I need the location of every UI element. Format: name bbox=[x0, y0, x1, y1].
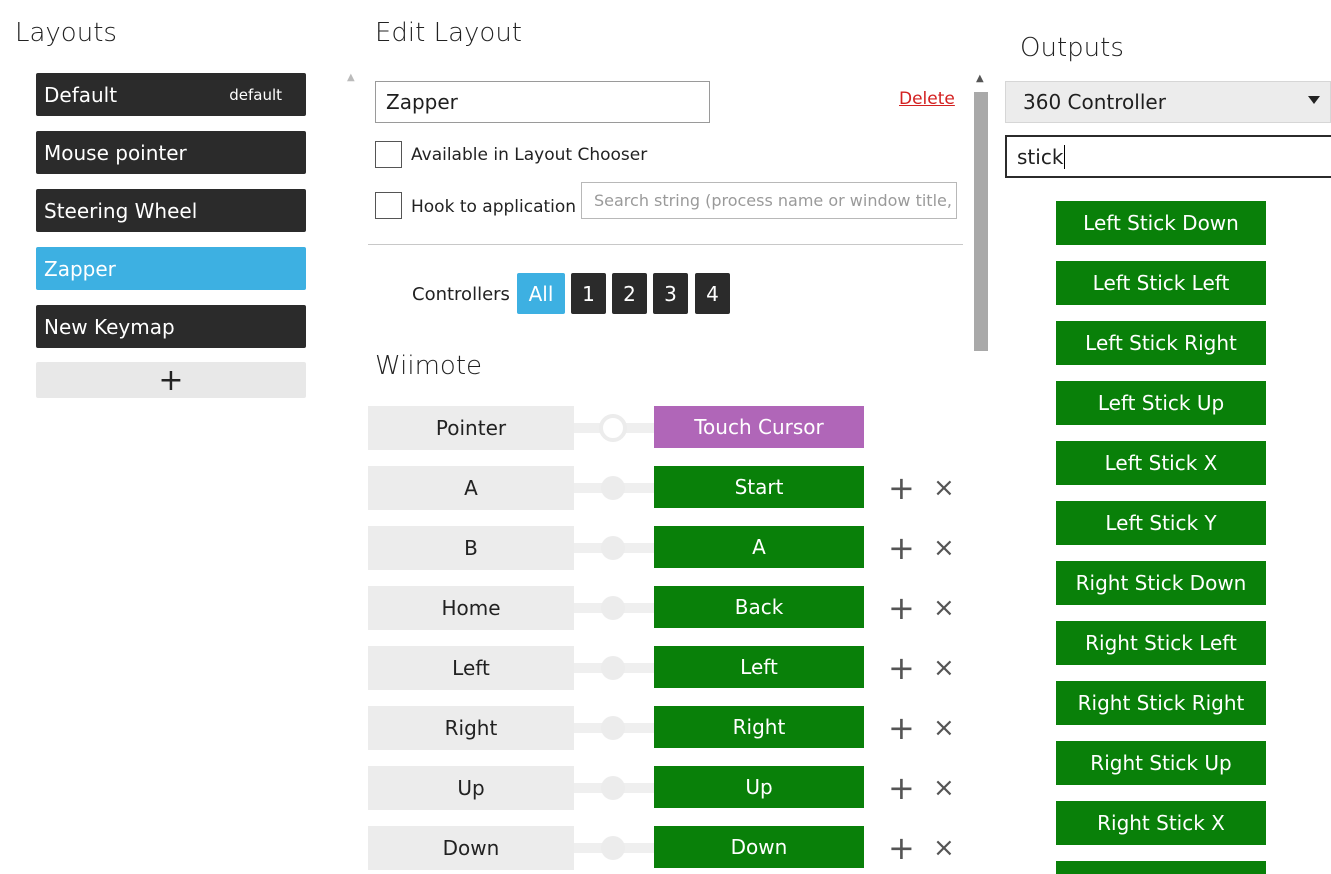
output-right[interactable]: Right bbox=[654, 706, 864, 748]
output-a[interactable]: A bbox=[654, 526, 864, 568]
layout-name-input[interactable]: Zapper bbox=[375, 81, 710, 123]
connector-knob bbox=[601, 656, 625, 680]
process-search-input[interactable]: Search string (process name or window ti… bbox=[581, 182, 957, 219]
input-right[interactable]: Right bbox=[368, 706, 574, 750]
select-value: 360 Controller bbox=[1023, 90, 1166, 114]
layout-item-label: Steering Wheel bbox=[44, 198, 198, 223]
input-left[interactable]: Left bbox=[368, 646, 574, 690]
layout-item-mouse-pointer[interactable]: Mouse pointer bbox=[36, 131, 306, 174]
input-up[interactable]: Up bbox=[368, 766, 574, 810]
output-start[interactable]: Start bbox=[654, 466, 864, 508]
chevron-down-icon bbox=[1308, 96, 1320, 104]
remove-mapping-icon[interactable]: × bbox=[933, 655, 955, 681]
scroll-up-icon[interactable]: ▲ bbox=[347, 72, 355, 83]
input-home[interactable]: Home bbox=[368, 586, 574, 630]
layout-item-new-keymap[interactable]: New Keymap bbox=[36, 305, 306, 348]
divider bbox=[368, 244, 963, 245]
remove-mapping-icon[interactable]: × bbox=[933, 535, 955, 561]
layout-item-label: Zapper bbox=[44, 256, 116, 281]
output-down[interactable]: Down bbox=[654, 826, 864, 868]
output-item[interactable]: Right Stick Right bbox=[1056, 681, 1266, 725]
input-b[interactable]: B bbox=[368, 526, 574, 570]
layout-item-label: Default bbox=[44, 82, 118, 107]
input-a[interactable]: A bbox=[368, 466, 574, 510]
layout-item-zapper[interactable]: Zapper bbox=[36, 247, 306, 290]
input-down[interactable]: Down bbox=[368, 826, 574, 870]
hook-label: Hook to application bbox=[411, 197, 577, 217]
remove-mapping-icon[interactable]: × bbox=[933, 595, 955, 621]
add-mapping-icon[interactable]: + bbox=[888, 472, 915, 504]
connector-knob bbox=[601, 716, 625, 740]
scroll-up-arrow-icon[interactable]: ▲ bbox=[976, 73, 984, 84]
layout-item-label: Mouse pointer bbox=[44, 140, 187, 165]
remove-mapping-icon[interactable]: × bbox=[933, 475, 955, 501]
controller-all-button[interactable]: All bbox=[517, 273, 565, 314]
remove-mapping-icon[interactable]: × bbox=[933, 835, 955, 861]
output-up[interactable]: Up bbox=[654, 766, 864, 808]
layouts-title: Layouts bbox=[15, 18, 117, 48]
output-device-select[interactable]: 360 Controller bbox=[1005, 81, 1331, 123]
search-value: stick bbox=[1017, 144, 1064, 169]
plus-icon: + bbox=[158, 362, 184, 398]
hook-checkbox[interactable] bbox=[375, 192, 402, 219]
add-mapping-icon[interactable]: + bbox=[888, 772, 915, 804]
connector-knob bbox=[601, 536, 625, 560]
output-item[interactable]: Left Stick Right bbox=[1056, 321, 1266, 365]
edit-layout-title: Edit Layout bbox=[375, 18, 522, 48]
add-layout-button[interactable]: + bbox=[36, 362, 306, 398]
controllers-label: Controllers bbox=[412, 284, 510, 305]
add-mapping-icon[interactable]: + bbox=[888, 712, 915, 744]
layout-item-steering-wheel[interactable]: Steering Wheel bbox=[36, 189, 306, 232]
output-touch-cursor[interactable]: Touch Cursor bbox=[654, 406, 864, 448]
controller-3-button[interactable]: 3 bbox=[653, 273, 688, 314]
add-mapping-icon[interactable]: + bbox=[888, 532, 915, 564]
output-item[interactable]: Left Stick Y bbox=[1056, 501, 1266, 545]
edit-scrollbar-thumb[interactable] bbox=[974, 92, 988, 351]
wiimote-section-title: Wiimote bbox=[375, 351, 483, 381]
remove-mapping-icon[interactable]: × bbox=[933, 715, 955, 741]
output-back[interactable]: Back bbox=[654, 586, 864, 628]
output-item[interactable] bbox=[1056, 861, 1266, 874]
text-caret bbox=[1064, 144, 1066, 169]
add-mapping-icon[interactable]: + bbox=[888, 652, 915, 684]
output-item[interactable]: Right Stick Down bbox=[1056, 561, 1266, 605]
output-item[interactable]: Left Stick X bbox=[1056, 441, 1266, 485]
controller-4-button[interactable]: 4 bbox=[695, 273, 730, 314]
output-item[interactable]: Left Stick Up bbox=[1056, 381, 1266, 425]
available-label: Available in Layout Chooser bbox=[411, 145, 648, 165]
output-item[interactable]: Right Stick X bbox=[1056, 801, 1266, 845]
layout-item-label: New Keymap bbox=[44, 314, 175, 339]
connector-knob bbox=[601, 776, 625, 800]
controller-2-button[interactable]: 2 bbox=[612, 273, 647, 314]
connector-knob bbox=[601, 596, 625, 620]
delete-link[interactable]: Delete bbox=[899, 89, 955, 109]
input-pointer[interactable]: Pointer bbox=[368, 406, 574, 450]
output-item[interactable]: Left Stick Left bbox=[1056, 261, 1266, 305]
output-left[interactable]: Left bbox=[654, 646, 864, 688]
connector-knob bbox=[599, 414, 627, 442]
output-item[interactable]: Right Stick Up bbox=[1056, 741, 1266, 785]
remove-mapping-icon[interactable]: × bbox=[933, 775, 955, 801]
outputs-title: Outputs bbox=[1020, 33, 1124, 63]
layout-item-default[interactable]: Default default bbox=[36, 73, 306, 116]
output-item[interactable]: Left Stick Down bbox=[1056, 201, 1266, 245]
output-item[interactable]: Right Stick Left bbox=[1056, 621, 1266, 665]
connector-knob bbox=[601, 476, 625, 500]
add-mapping-icon[interactable]: + bbox=[888, 832, 915, 864]
available-checkbox[interactable] bbox=[375, 141, 402, 168]
add-mapping-icon[interactable]: + bbox=[888, 592, 915, 624]
output-search-input[interactable]: stick bbox=[1005, 135, 1331, 178]
default-tag: default bbox=[229, 85, 282, 104]
connector-knob bbox=[601, 836, 625, 860]
controller-1-button[interactable]: 1 bbox=[571, 273, 606, 314]
